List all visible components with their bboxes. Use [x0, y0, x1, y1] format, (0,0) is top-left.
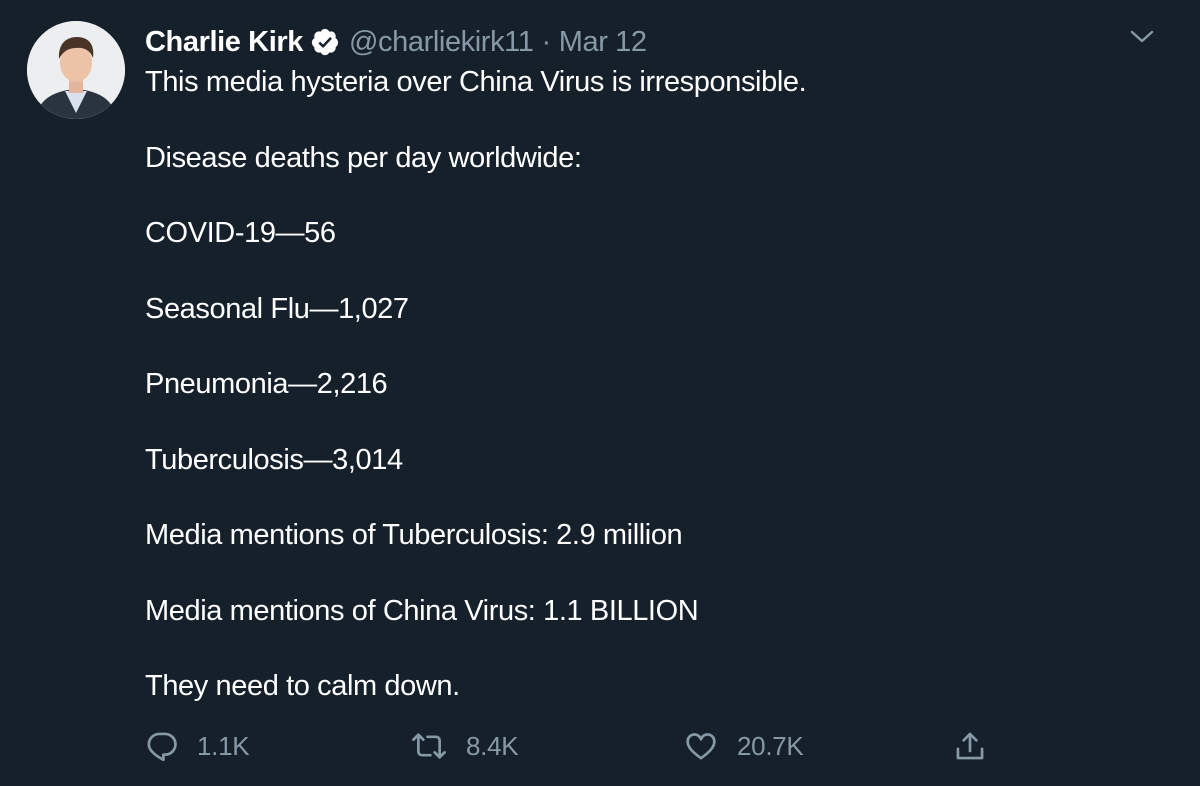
tweet-date[interactable]: Mar 12 [559, 26, 647, 59]
retweet-icon [412, 733, 446, 759]
header-separator: · [541, 25, 551, 58]
tweet-line: This media hysteria over China Virus is … [145, 66, 807, 98]
author-handle[interactable]: @charliekirk11 [349, 26, 534, 59]
tweet-line: Seasonal Flu—1,027 [145, 292, 409, 325]
tweet: Charlie Kirk @charliekirk11 · Mar 12 Thi… [0, 0, 1200, 786]
tweet-line: Media mentions of Tuberculosis: 2.9 mill… [145, 519, 683, 551]
retweet-button[interactable]: 8.4K [410, 724, 519, 768]
reply-icon [147, 732, 177, 762]
heart-icon [686, 733, 716, 760]
reply-button[interactable]: 1.1K [145, 724, 250, 768]
tweet-line: Disease deaths per day worldwide: [145, 141, 582, 174]
like-button[interactable]: 20.7K [683, 724, 804, 768]
tweet-line: Pneumonia—2,216 [145, 368, 388, 400]
tweet-actions: 1.1K 8.4K 20.7K [145, 724, 1045, 768]
avatar-photo-icon [27, 21, 125, 119]
reply-count: 1.1K [197, 730, 250, 761]
tweet-text: This media hysteria over China Virus is … [145, 63, 1105, 743]
tweet-line: COVID-19—56 [145, 217, 336, 249]
retweet-count: 8.4K [466, 730, 519, 761]
verified-badge-icon [311, 28, 339, 56]
like-count: 20.7K [737, 730, 804, 761]
chevron-down-icon[interactable] [1127, 22, 1157, 52]
author-avatar[interactable] [27, 21, 125, 119]
tweet-line: Media mentions of China Virus: 1.1 BILLI… [145, 594, 699, 627]
tweet-line: Tuberculosis—3,014 [145, 443, 403, 476]
tweet-header: Charlie Kirk @charliekirk11 · Mar 12 [145, 24, 647, 60]
share-icon [956, 732, 984, 760]
author-display-name[interactable]: Charlie Kirk [145, 26, 303, 59]
share-button[interactable] [953, 724, 987, 768]
